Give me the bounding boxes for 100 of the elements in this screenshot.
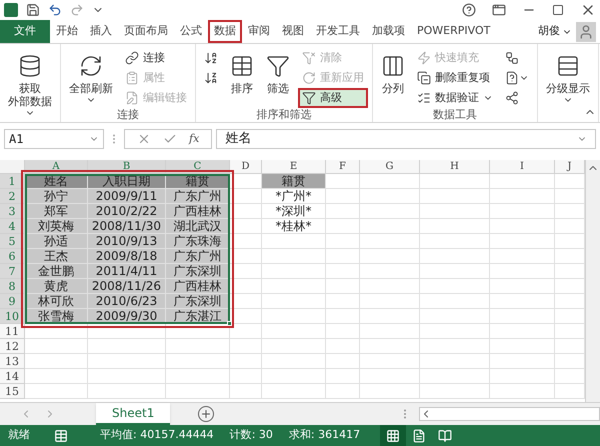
empty-cell xyxy=(420,174,490,189)
cancel-icon[interactable] xyxy=(137,132,151,146)
ribbon-button[interactable]: 高级 xyxy=(298,88,368,108)
empty-cell xyxy=(360,189,420,204)
empty-cell xyxy=(490,249,555,264)
empty-cell xyxy=(326,369,360,384)
horizontal-scrollbar[interactable] xyxy=(419,407,600,421)
empty-cell xyxy=(420,384,490,399)
ribbon-button[interactable]: 分级显示 xyxy=(542,48,594,107)
empty-cell xyxy=(490,384,555,399)
undo-icon[interactable] xyxy=(48,3,62,17)
formula-input[interactable]: 姓名 xyxy=(216,129,596,149)
vertical-scrollbar[interactable] xyxy=(585,160,600,402)
column-header[interactable]: D xyxy=(230,160,262,174)
ribbon-button[interactable]: 筛选 xyxy=(262,48,294,97)
status-statistic: 计数: 30 xyxy=(230,427,273,444)
ribbon-tab[interactable]: POWERPIVOT xyxy=(411,20,496,43)
empty-cell xyxy=(326,249,360,264)
row-header[interactable]: 9 xyxy=(0,294,25,309)
button-label: 全部刷新 xyxy=(69,82,113,95)
row-header[interactable]: 3 xyxy=(0,204,25,219)
lightning-icon xyxy=(417,51,431,65)
name-box[interactable]: A1 xyxy=(4,129,104,149)
column-header[interactable]: I xyxy=(490,160,555,174)
view-button[interactable] xyxy=(380,425,406,446)
empty-cell xyxy=(490,339,555,354)
ribbon-button[interactable]: 获取 外部数据 xyxy=(4,48,56,120)
ribbon-display-icon[interactable] xyxy=(492,3,506,17)
empty-cell xyxy=(326,309,360,324)
empty-cell xyxy=(420,354,490,369)
button-label: 编辑链接 xyxy=(143,90,187,106)
ribbon-tab[interactable]: 公式 xyxy=(174,20,208,43)
row-header[interactable]: 8 xyxy=(0,279,25,294)
table-cell: 2009/8/18 xyxy=(88,249,166,264)
ribbon-button[interactable]: 全部刷新 xyxy=(65,48,117,107)
insert-function-button[interactable]: fx xyxy=(189,130,200,148)
ribbon-button[interactable]: 连接 xyxy=(121,48,191,68)
column-header[interactable]: E xyxy=(262,160,326,174)
ribbon-button[interactable]: 数据验证 xyxy=(413,88,497,108)
table-cell: 黄虎 xyxy=(25,279,88,294)
ribbon-tab[interactable]: 视图 xyxy=(276,20,310,43)
empty-cell xyxy=(490,354,555,369)
empty-cell xyxy=(360,324,420,339)
row-header[interactable]: 11 xyxy=(0,324,25,339)
row-header[interactable]: 14 xyxy=(0,369,25,384)
ribbon-tab[interactable]: 开发工具 xyxy=(310,20,366,43)
row-header[interactable]: 4 xyxy=(0,219,25,234)
document-question-icon xyxy=(505,71,519,85)
table-cell: 广东深圳 xyxy=(166,294,230,309)
empty-cell xyxy=(420,204,490,219)
table-cell: *深圳* xyxy=(262,204,326,219)
sort-descending-icon xyxy=(204,71,218,85)
column-header[interactable]: H xyxy=(420,160,490,174)
macro-record-icon[interactable] xyxy=(54,428,68,442)
row-header[interactable]: 5 xyxy=(0,234,25,249)
button-label: 快速填充 xyxy=(435,50,479,66)
empty-cell xyxy=(326,264,360,279)
ribbon-button[interactable]: 删除重复项 xyxy=(413,68,497,88)
ribbon-tab[interactable]: 插入 xyxy=(84,20,118,43)
empty-cell xyxy=(490,174,555,189)
group-label: 连接 xyxy=(116,108,140,122)
row-header[interactable]: 10 xyxy=(0,309,25,324)
row-header[interactable]: 6 xyxy=(0,249,25,264)
ribbon-tab[interactable]: 开始 xyxy=(50,20,84,43)
empty-cell xyxy=(262,324,326,339)
row-header[interactable]: 13 xyxy=(0,354,25,369)
ribbon-tab[interactable]: 加载项 xyxy=(366,20,411,43)
fill-handle[interactable] xyxy=(227,321,232,326)
table-cell: 湖北武汉 xyxy=(166,219,230,234)
table-cell: 金世鹏 xyxy=(25,264,88,279)
table-cell: 籍贯 xyxy=(262,174,326,189)
row-header[interactable]: 12 xyxy=(0,339,25,354)
column-header[interactable]: F xyxy=(326,160,360,174)
column-header[interactable]: G xyxy=(360,160,420,174)
row-header[interactable]: 2 xyxy=(0,189,25,204)
button-label: 分列 xyxy=(382,82,404,95)
column-header[interactable]: J xyxy=(555,160,585,174)
empty-cell xyxy=(326,354,360,369)
row-header[interactable]: 1 xyxy=(0,174,25,189)
user-menu[interactable]: 胡俊 xyxy=(534,20,576,43)
row-header[interactable]: 15 xyxy=(0,384,25,399)
ribbon-tab[interactable]: 页面布局 xyxy=(118,20,174,43)
ribbon-tab[interactable]: 数据 xyxy=(208,20,242,43)
maximize-icon[interactable] xyxy=(552,4,564,16)
ribbon-tab[interactable]: 审阅 xyxy=(242,20,276,43)
ribbon-tab[interactable]: 文件 xyxy=(0,20,50,43)
empty-cell xyxy=(360,354,420,369)
ribbon-button[interactable]: 排序 xyxy=(226,48,258,97)
database-icon xyxy=(18,54,42,78)
sheet-tab[interactable]: Sheet1 xyxy=(96,403,170,425)
ribbon-button[interactable]: 分列 xyxy=(377,48,409,97)
new-sheet-button[interactable] xyxy=(198,406,214,422)
empty-cell xyxy=(360,264,420,279)
save-icon[interactable] xyxy=(26,3,40,17)
empty-cell xyxy=(230,354,262,369)
remove-duplicates-icon xyxy=(417,71,431,85)
select-all-button[interactable] xyxy=(0,160,25,174)
row-header[interactable]: 7 xyxy=(0,264,25,279)
help-icon[interactable] xyxy=(462,3,476,17)
button-label: 重新应用 xyxy=(320,70,364,86)
